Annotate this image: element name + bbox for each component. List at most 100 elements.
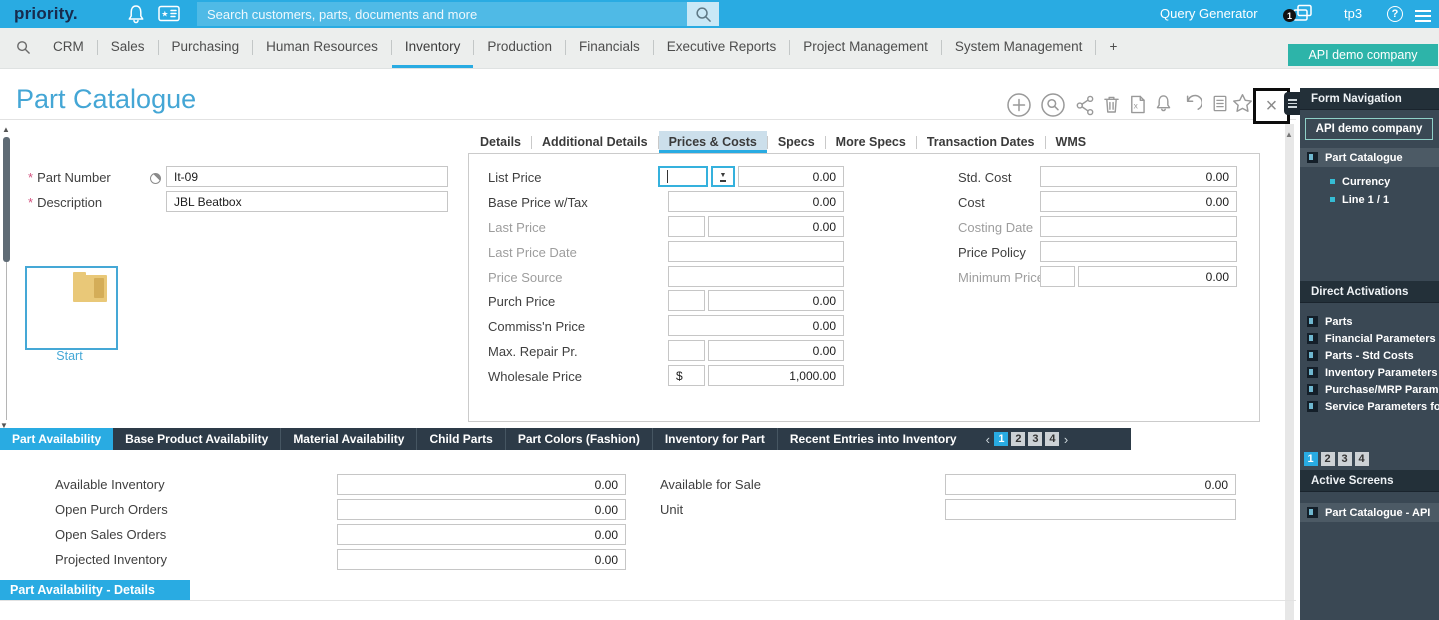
nav-item-human-resources[interactable]: Human Resources xyxy=(253,28,391,65)
subtab-base-product-availability[interactable]: Base Product Availability xyxy=(113,428,281,450)
nav-item-purchasing[interactable]: Purchasing xyxy=(159,28,253,65)
list-price-input[interactable]: 0.00 xyxy=(738,166,844,187)
text-document-icon[interactable] xyxy=(1212,94,1228,113)
projected-inventory-input[interactable]: 0.00 xyxy=(337,549,626,570)
open-windows-icon[interactable]: 1 xyxy=(1290,4,1313,28)
nav-item-inventory[interactable]: Inventory xyxy=(392,28,474,68)
max-repair-currency-input[interactable] xyxy=(668,340,705,361)
sidebar-page-4[interactable]: 4 xyxy=(1355,452,1369,466)
list-price-currency-input[interactable] xyxy=(658,166,708,187)
purch-price-input[interactable]: 0.00 xyxy=(708,290,844,311)
active-screen-part-catalogue[interactable]: Part Catalogue - API xyxy=(1300,503,1439,522)
wholesale-price-input[interactable]: 1,000.00 xyxy=(708,365,844,386)
tab-more-specs[interactable]: More Specs xyxy=(826,131,916,153)
help-icon[interactable]: ? xyxy=(1387,6,1403,22)
left-scrollbar-thumb[interactable] xyxy=(3,137,10,262)
page-prev-icon[interactable]: ‹ xyxy=(986,432,990,447)
tree-item-line[interactable]: Line 1 / 1 xyxy=(1300,190,1439,209)
hamburger-menu-icon[interactable] xyxy=(1415,7,1431,25)
list-price-dropdown-button[interactable]: ▼ xyxy=(711,166,735,187)
last-price-date-input[interactable] xyxy=(668,241,844,262)
user-menu[interactable]: tp3 xyxy=(1344,6,1362,21)
subtab-part-availability[interactable]: Part Availability xyxy=(0,428,113,450)
max-repair-price-input[interactable]: 0.00 xyxy=(708,340,844,361)
minimum-price-label: Minimum Price xyxy=(958,270,1044,285)
favorite-star-icon[interactable] xyxy=(1232,93,1253,113)
form-navigation-collapse-tab[interactable] xyxy=(1284,92,1301,115)
wholesale-currency-input[interactable]: $ xyxy=(668,365,705,386)
nav-item-financials[interactable]: Financials xyxy=(566,28,653,65)
tab-additional-details[interactable]: Additional Details xyxy=(532,131,658,153)
part-availability-details-tab[interactable]: Part Availability - Details xyxy=(0,580,190,601)
add-record-button[interactable] xyxy=(1006,92,1032,118)
price-source-input[interactable] xyxy=(668,266,844,287)
page-button-2[interactable]: 2 xyxy=(1011,432,1025,446)
description-input[interactable]: JBL Beatbox xyxy=(166,191,448,212)
sidebar-page-2[interactable]: 2 xyxy=(1321,452,1335,466)
form-tab-strip: Details Additional Details Prices & Cost… xyxy=(470,131,1096,153)
sidebar-page-3[interactable]: 3 xyxy=(1338,452,1352,466)
minimum-price-input[interactable]: 0.00 xyxy=(1078,266,1237,287)
sidebar-page-1[interactable]: 1 xyxy=(1304,452,1318,466)
subtab-inventory-for-part[interactable]: Inventory for Part xyxy=(653,428,778,450)
tab-wms[interactable]: WMS xyxy=(1046,131,1097,153)
page-button-4[interactable]: 4 xyxy=(1045,432,1059,446)
export-excel-icon[interactable]: x xyxy=(1128,95,1145,114)
field-history-icon[interactable] xyxy=(150,173,161,184)
available-inventory-input[interactable]: 0.00 xyxy=(337,474,626,495)
tree-item-currency[interactable]: Currency xyxy=(1300,172,1439,191)
commission-price-input[interactable]: 0.00 xyxy=(668,315,844,336)
reminders-bell-icon[interactable] xyxy=(1155,94,1172,113)
undo-icon[interactable] xyxy=(1182,94,1202,114)
nav-item-sales[interactable]: Sales xyxy=(98,28,158,65)
tab-details[interactable]: Details xyxy=(470,131,531,153)
nav-item-production[interactable]: Production xyxy=(474,28,565,65)
content-scrollbar[interactable] xyxy=(1285,124,1294,620)
subtab-recent-entries[interactable]: Recent Entries into Inventory xyxy=(778,428,969,450)
page-button-3[interactable]: 3 xyxy=(1028,432,1042,446)
part-number-input[interactable]: It-09 xyxy=(166,166,448,187)
share-icon[interactable] xyxy=(1076,95,1094,116)
tab-transaction-dates[interactable]: Transaction Dates xyxy=(917,131,1045,153)
cost-input[interactable]: 0.00 xyxy=(1040,191,1237,212)
purch-price-currency-input[interactable] xyxy=(668,290,705,311)
nav-item-crm[interactable]: CRM xyxy=(40,28,97,65)
costing-date-input[interactable] xyxy=(1040,216,1237,237)
nav-item-project-management[interactable]: Project Management xyxy=(790,28,941,65)
page-next-icon[interactable]: › xyxy=(1064,432,1068,447)
open-card-icon[interactable]: ★ xyxy=(158,5,180,27)
sidebar-company-button[interactable]: API demo company xyxy=(1305,118,1433,140)
nav-item-executive-reports[interactable]: Executive Reports xyxy=(654,28,790,65)
page-button-1[interactable]: 1 xyxy=(994,432,1008,446)
unit-input[interactable] xyxy=(945,499,1236,520)
open-sales-orders-input[interactable]: 0.00 xyxy=(337,524,626,545)
last-price-currency-input[interactable] xyxy=(668,216,705,237)
global-search-button[interactable] xyxy=(687,2,719,26)
subtab-material-availability[interactable]: Material Availability xyxy=(281,428,417,450)
content-scroll-up-icon[interactable]: ▲ xyxy=(1285,131,1293,139)
tab-prices-costs[interactable]: Prices & Costs xyxy=(659,131,767,153)
company-badge[interactable]: API demo company xyxy=(1288,44,1438,66)
delete-icon[interactable] xyxy=(1104,95,1119,114)
search-records-button[interactable] xyxy=(1040,92,1066,118)
available-for-sale-input[interactable]: 0.00 xyxy=(945,474,1236,495)
last-price-input[interactable]: 0.00 xyxy=(708,216,844,237)
nav-search-icon[interactable] xyxy=(16,40,31,60)
subtab-part-colors[interactable]: Part Colors (Fashion) xyxy=(506,428,653,450)
std-cost-input[interactable]: 0.00 xyxy=(1040,166,1237,187)
part-image-box[interactable] xyxy=(25,266,118,350)
scroll-up-icon[interactable]: ▲ xyxy=(2,126,10,134)
global-search-input[interactable] xyxy=(197,2,687,26)
tab-specs[interactable]: Specs xyxy=(768,131,825,153)
subtab-child-parts[interactable]: Child Parts xyxy=(417,428,505,450)
activation-item-service-parameters[interactable]: Service Parameters fo xyxy=(1300,397,1439,416)
nav-item-add[interactable]: + xyxy=(1096,28,1130,65)
tree-root-part-catalogue[interactable]: Part Catalogue xyxy=(1300,148,1439,167)
minimum-price-currency-input[interactable] xyxy=(1040,266,1075,287)
price-policy-input[interactable] xyxy=(1040,241,1237,262)
open-purch-orders-input[interactable]: 0.00 xyxy=(337,499,626,520)
base-price-input[interactable]: 0.00 xyxy=(668,191,844,212)
notifications-bell-icon[interactable] xyxy=(127,4,145,29)
nav-item-system-management[interactable]: System Management xyxy=(942,28,1096,65)
query-generator-link[interactable]: Query Generator xyxy=(1160,6,1258,21)
